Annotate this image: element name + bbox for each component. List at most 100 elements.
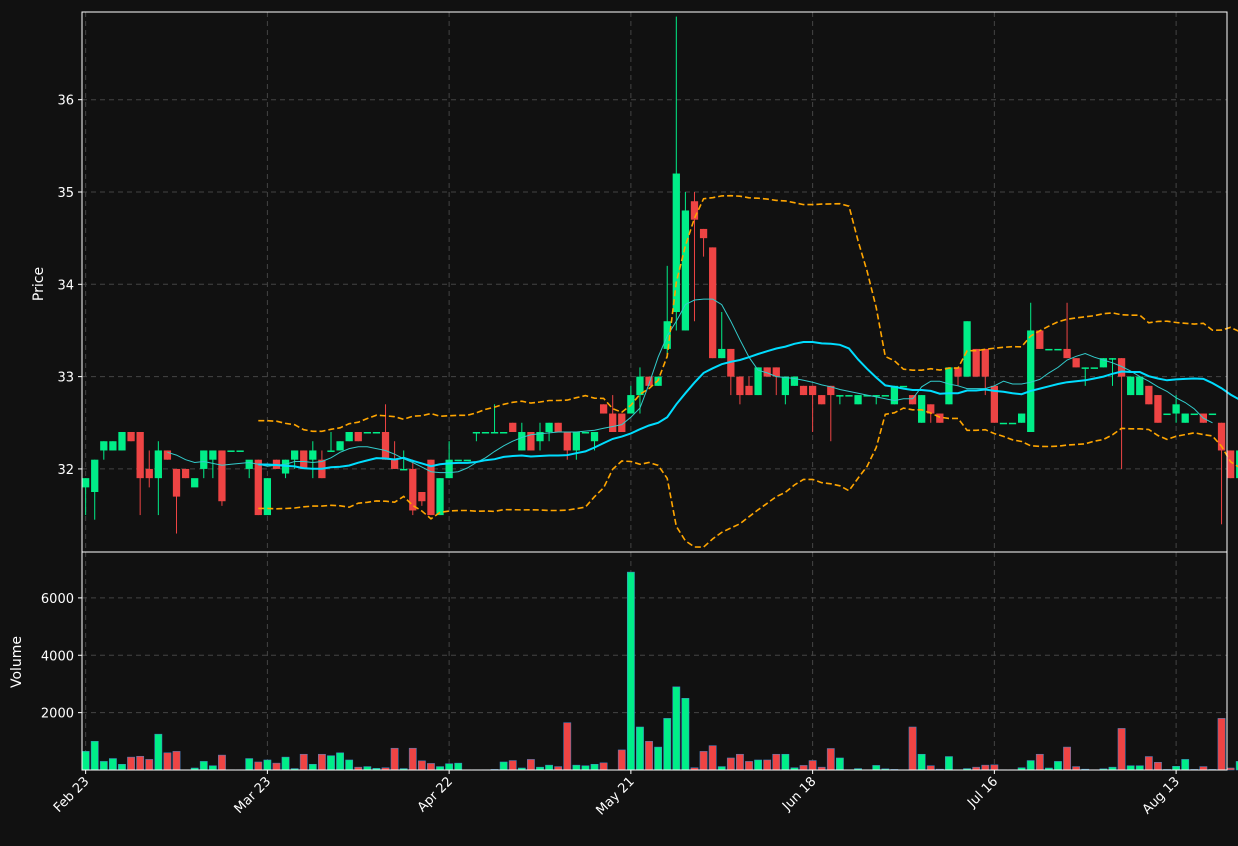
candle-body	[1017, 413, 1026, 423]
volume-bar	[245, 758, 254, 771]
candle-body	[300, 450, 308, 469]
candle-body	[509, 422, 517, 432]
volume-bar	[390, 747, 399, 771]
volume-axis-label: Volume	[9, 636, 25, 688]
volume-bar	[163, 752, 172, 771]
volume-bar	[436, 766, 444, 771]
candle-body	[127, 432, 135, 442]
volume-bar	[572, 764, 581, 771]
volume-bar	[1226, 767, 1235, 771]
candle-body	[918, 395, 926, 423]
candle-body	[718, 348, 726, 359]
candle-body	[545, 422, 553, 432]
volume-bar	[81, 751, 90, 771]
candle-body	[309, 450, 317, 460]
candle-body	[754, 367, 762, 396]
volume-bar	[736, 753, 744, 771]
candle-body	[109, 441, 117, 451]
volume-bar	[1217, 718, 1226, 771]
candle-body	[681, 210, 690, 331]
candle-body	[291, 450, 299, 460]
candle-body	[82, 478, 90, 488]
volume-bar	[508, 760, 517, 771]
volume-bar	[99, 761, 108, 771]
candle-body	[1081, 367, 1089, 369]
candle-body	[1163, 413, 1171, 416]
volume-bar	[745, 761, 753, 771]
candle-body	[1181, 413, 1189, 423]
candle-body	[1063, 348, 1071, 359]
candle-body	[808, 385, 817, 396]
candle-body	[1090, 367, 1098, 369]
candle-body	[581, 432, 590, 434]
volume-bar	[445, 763, 454, 771]
candle-body	[163, 450, 172, 460]
volume-bar	[118, 764, 126, 771]
volume-bar	[327, 755, 335, 771]
candle-body	[390, 459, 399, 469]
volume-tick-label: 6000	[41, 592, 74, 607]
volume-bar	[299, 753, 308, 771]
volume-bar	[945, 756, 953, 771]
candle-body	[263, 478, 272, 516]
volume-bar	[454, 762, 463, 771]
candle-body	[1154, 395, 1162, 423]
candle-body	[363, 432, 371, 434]
candle-body	[599, 404, 608, 414]
volume-bar	[926, 765, 935, 771]
candle-body	[372, 432, 381, 434]
volume-bar	[545, 764, 553, 771]
volume-bar	[872, 765, 881, 771]
volume-bar	[645, 741, 653, 771]
candle-body	[236, 450, 244, 452]
volume-bar	[554, 766, 563, 771]
candle-body	[936, 413, 944, 423]
candle-body	[500, 432, 508, 434]
volume-bar	[499, 761, 508, 771]
volume-bar	[199, 761, 208, 771]
candle-body	[972, 348, 980, 377]
volume-bar	[1199, 766, 1208, 771]
candle-body	[245, 459, 253, 469]
volume-bar	[990, 764, 999, 771]
candle-body	[699, 228, 708, 239]
candle-body	[181, 468, 190, 479]
volume-bar	[336, 752, 344, 771]
candle-body	[145, 468, 153, 479]
candle-body	[672, 173, 680, 312]
volume-bar	[1144, 756, 1153, 771]
volume-bar	[826, 748, 835, 771]
candle-body	[463, 459, 471, 462]
volume-bar	[799, 765, 808, 771]
volume-bar	[717, 766, 726, 771]
volume-bar	[363, 766, 372, 771]
volume-bar	[563, 722, 572, 771]
candle-body	[400, 468, 408, 471]
candle-body	[1227, 450, 1235, 479]
candle-body	[1008, 422, 1017, 425]
candle-body	[1054, 348, 1062, 351]
volume-bar	[581, 765, 590, 771]
candle-body	[218, 450, 226, 502]
volume-bar	[1181, 759, 1190, 771]
price-tick-label: 36	[57, 94, 74, 109]
candle-body	[118, 432, 126, 451]
candle-body	[354, 432, 362, 442]
volume-bar	[218, 754, 226, 771]
candle-body	[454, 459, 462, 462]
volume-bar	[808, 760, 817, 771]
candle-body	[1036, 330, 1044, 349]
volume-bar	[308, 764, 317, 771]
candle-body	[745, 385, 753, 396]
volume-bar	[136, 755, 145, 771]
volume-bar	[835, 757, 844, 771]
volume-bar	[1072, 766, 1081, 771]
candle-body	[590, 432, 599, 442]
candle-body	[554, 422, 562, 432]
price-tick-label: 34	[57, 278, 74, 293]
volume-bar	[109, 758, 117, 771]
candle-body	[418, 492, 426, 502]
volume-bar	[272, 762, 281, 771]
candle-body	[881, 395, 889, 397]
candle-body	[345, 432, 353, 442]
